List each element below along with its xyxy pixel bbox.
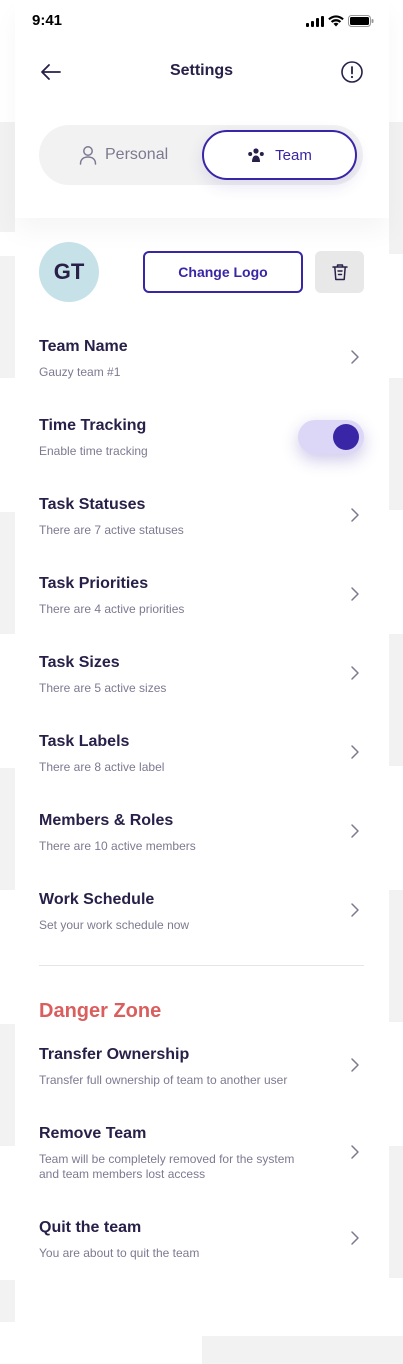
- background-strip: [0, 1024, 15, 1146]
- row-subtitle: There are 4 active priorities: [39, 602, 185, 616]
- background-strip: [0, 768, 15, 890]
- task-priorities-row[interactable]: Task Priorities There are 4 active prior…: [39, 574, 364, 617]
- toggle-knob: [333, 424, 359, 450]
- row-title: Team Name: [39, 338, 128, 355]
- tab-team[interactable]: Team: [202, 130, 357, 180]
- members-roles-row[interactable]: Members & Roles There are 10 active memb…: [39, 811, 364, 854]
- user-icon: [79, 146, 97, 165]
- quit-team-row[interactable]: Quit the team You are about to quit the …: [39, 1218, 364, 1261]
- chevron-right-icon: [351, 1145, 359, 1159]
- row-subtitle: You are about to quit the team: [39, 1246, 200, 1260]
- row-title: Quit the team: [39, 1219, 142, 1236]
- background-strip: [389, 890, 403, 1022]
- row-subtitle: There are 7 active statuses: [39, 523, 184, 537]
- delete-logo-button[interactable]: [315, 251, 364, 293]
- row-title: Members & Roles: [39, 812, 174, 829]
- row-subtitle: Gauzy team #1: [39, 365, 121, 379]
- trash-icon: [331, 264, 348, 281]
- row-subtitle: There are 10 active members: [39, 839, 196, 853]
- background-strip: [0, 256, 15, 378]
- wifi-icon: [328, 15, 344, 27]
- tab-team-label: Team: [275, 146, 312, 164]
- background-strip: [202, 1336, 403, 1364]
- info-icon: [341, 61, 363, 83]
- background-strip: [0, 1280, 15, 1322]
- status-icons: [306, 15, 374, 27]
- background-strip: [0, 512, 15, 634]
- chevron-right-icon: [351, 350, 359, 364]
- battery-icon: [348, 15, 374, 27]
- header: [15, 0, 389, 218]
- background-strip: [389, 1146, 403, 1278]
- chevron-right-icon: [351, 1231, 359, 1245]
- signal-icon: [306, 15, 324, 27]
- background-strip: [389, 378, 403, 510]
- row-subtitle: There are 5 active sizes: [39, 681, 167, 695]
- row-title: Remove Team: [39, 1125, 147, 1142]
- background-strip: [389, 122, 403, 254]
- chevron-right-icon: [351, 903, 359, 917]
- row-title: Task Sizes: [39, 654, 120, 671]
- team-avatar: GT: [39, 242, 99, 302]
- status-time: 9:41: [32, 12, 63, 29]
- settings-segment-control: Personal Team: [39, 125, 363, 185]
- team-name-row[interactable]: Team Name Gauzy team #1: [39, 337, 364, 380]
- row-subtitle: Team will be completely removed for the …: [39, 1152, 295, 1181]
- task-sizes-row[interactable]: Task Sizes There are 5 active sizes: [39, 653, 364, 696]
- info-button[interactable]: [340, 60, 364, 84]
- background-strip: [0, 122, 15, 232]
- row-title: Transfer Ownership: [39, 1046, 190, 1063]
- change-logo-button[interactable]: Change Logo: [143, 251, 303, 293]
- team-icon: [248, 148, 264, 162]
- danger-zone-title: Danger Zone: [39, 1000, 162, 1022]
- chevron-right-icon: [351, 1058, 359, 1072]
- row-subtitle: Transfer full ownership of team to anoth…: [39, 1073, 288, 1087]
- task-statuses-row[interactable]: Task Statuses There are 7 active statuse…: [39, 495, 364, 538]
- work-schedule-row[interactable]: Work Schedule Set your work schedule now: [39, 890, 364, 933]
- row-subtitle: Set your work schedule now: [39, 918, 190, 932]
- chevron-right-icon: [351, 587, 359, 601]
- section-divider: [39, 965, 364, 966]
- time-tracking-toggle[interactable]: [298, 420, 364, 454]
- transfer-ownership-row[interactable]: Transfer Ownership Transfer full ownersh…: [39, 1045, 364, 1088]
- row-subtitle: There are 8 active label: [39, 760, 165, 774]
- background-strip: [389, 634, 403, 766]
- chevron-right-icon: [351, 745, 359, 759]
- chevron-right-icon: [351, 666, 359, 680]
- row-title: Work Schedule: [39, 891, 155, 908]
- remove-team-row[interactable]: Remove Team Team will be completely remo…: [39, 1124, 364, 1182]
- chevron-right-icon: [351, 508, 359, 522]
- tab-personal[interactable]: Personal: [79, 125, 168, 185]
- row-title: Task Statuses: [39, 496, 146, 513]
- tab-personal-label: Personal: [105, 146, 169, 163]
- chevron-right-icon: [351, 824, 359, 838]
- row-title: Task Labels: [39, 733, 130, 750]
- row-title: Task Priorities: [39, 575, 149, 592]
- task-labels-row[interactable]: Task Labels There are 8 active label: [39, 732, 364, 775]
